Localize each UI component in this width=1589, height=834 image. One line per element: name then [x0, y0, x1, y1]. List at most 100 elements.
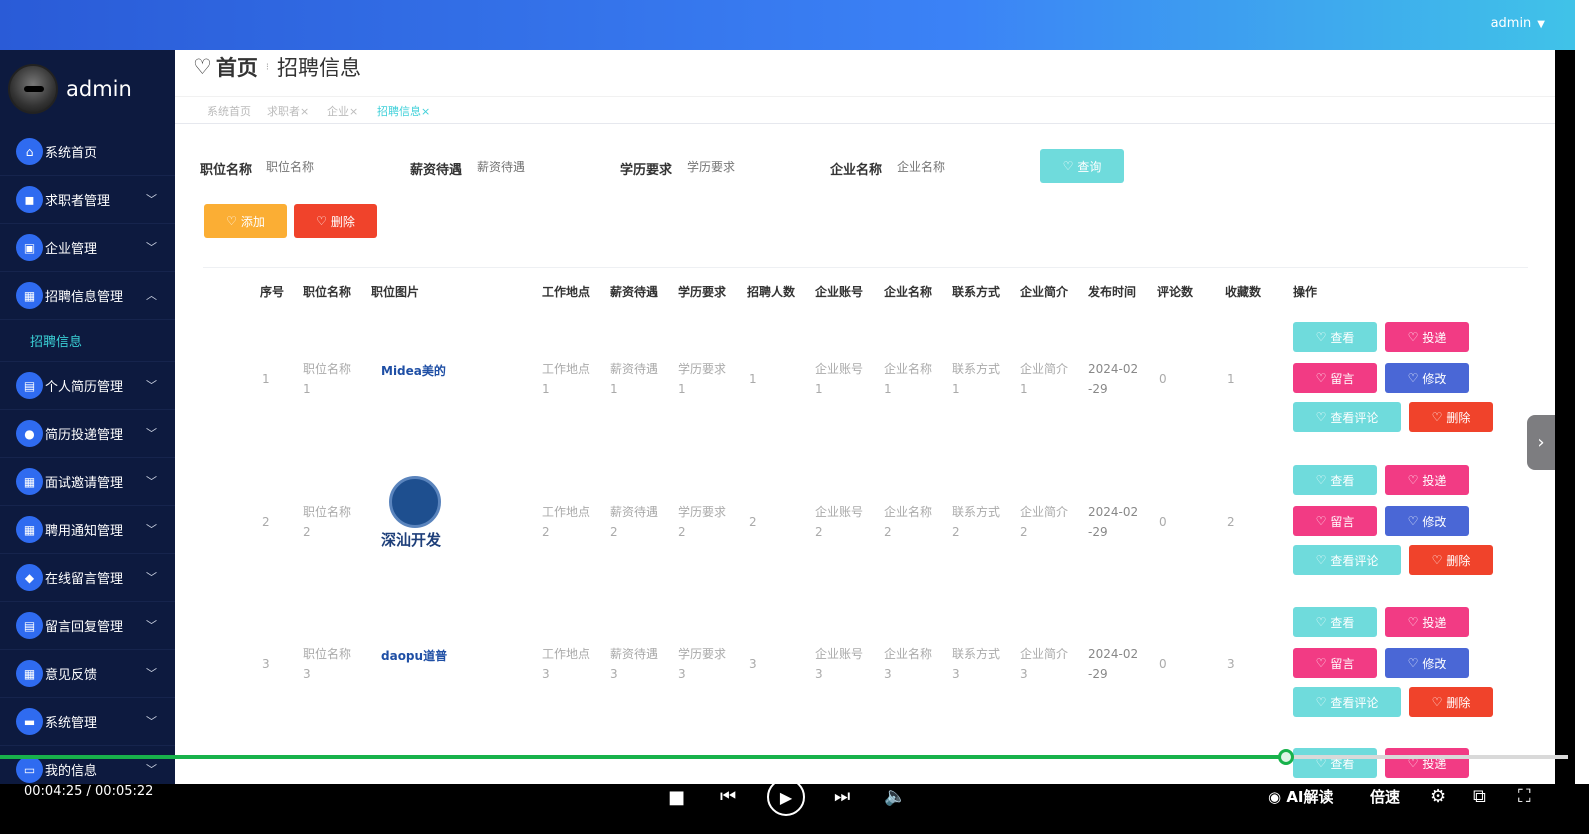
- chevron-right-icon[interactable]: ›: [1527, 415, 1555, 470]
- table-cell: 企业名称 2: [884, 505, 933, 539]
- heart-icon: ♡: [193, 55, 212, 79]
- sidebar-item-label: 意见反馈: [45, 668, 98, 683]
- heart-icon: ♡: [1062, 159, 1074, 173]
- table-cell: 企业名称 3: [884, 647, 933, 681]
- message-button[interactable]: ♡ 留言: [1293, 363, 1377, 393]
- view-comments-button[interactable]: ♡ 查看评论: [1293, 545, 1401, 575]
- view-comments-button[interactable]: ♡ 查看评论: [1293, 402, 1401, 432]
- breadcrumb-current: 招聘信息: [277, 56, 362, 80]
- deliver-button[interactable]: ♡ 投递: [1385, 748, 1469, 778]
- table-header: 职位图片: [371, 285, 420, 299]
- tab-bar: 系统首页 求职者× 企业× 招聘信息×: [175, 96, 1555, 124]
- view-button[interactable]: ♡ 查看: [1293, 607, 1377, 637]
- table-cell: 3: [1227, 657, 1235, 671]
- sidebar-item[interactable]: ▬ 系统管理 ﹀: [0, 698, 175, 746]
- add-button[interactable]: ♡ 添加: [204, 204, 287, 238]
- next-icon[interactable]: ⏭: [834, 786, 850, 807]
- chevron-down-icon: ﹀: [146, 241, 157, 254]
- table-cell: 薪资待遇 1: [610, 362, 659, 396]
- video-progress-handle[interactable]: [1277, 749, 1294, 765]
- delete-button[interactable]: ♡ 删除: [1409, 545, 1493, 575]
- video-progress-fill: [0, 755, 1286, 759]
- table-cell: 联系方式 3: [952, 647, 1001, 681]
- settings-icon[interactable]: ⚙: [1430, 786, 1446, 807]
- table-cell: 2: [1227, 515, 1235, 529]
- edit-button[interactable]: ♡ 修改: [1385, 648, 1469, 678]
- stop-icon[interactable]: ■: [668, 787, 685, 808]
- table-cell: 3: [749, 657, 757, 671]
- sidebar-item[interactable]: ▤ 留言回复管理 ﹀: [0, 602, 175, 650]
- deliver-button[interactable]: ♡ 投递: [1385, 322, 1469, 352]
- delete-button[interactable]: ♡ 删除: [1409, 402, 1493, 432]
- delete-button[interactable]: ♡ 删除: [1409, 687, 1493, 717]
- user-menu[interactable]: admin ▼: [1491, 16, 1545, 31]
- table-header: 联系方式: [952, 285, 1001, 299]
- fullscreen-icon[interactable]: ⛶: [1518, 786, 1531, 807]
- ai-interpret-button[interactable]: ◉ AI解读: [1268, 786, 1334, 807]
- query-button[interactable]: ♡ 查询: [1040, 149, 1124, 183]
- edit-button[interactable]: ♡ 修改: [1385, 506, 1469, 536]
- tab-company[interactable]: 企业×: [327, 103, 358, 119]
- heart-icon: ♡: [1315, 410, 1327, 424]
- sidebar-item[interactable]: ▦ 招聘信息管理 ︿: [0, 272, 175, 320]
- deliver-button-label: 投递: [1422, 615, 1447, 630]
- search-label-education: 学历要求: [620, 163, 673, 178]
- message-button[interactable]: ♡ 留言: [1293, 506, 1377, 536]
- table-cell: 企业账号 1: [815, 362, 864, 396]
- previous-icon[interactable]: ⏮: [720, 786, 736, 807]
- message-button-label: 留言: [1330, 371, 1355, 386]
- tab-home[interactable]: 系统首页: [207, 103, 251, 119]
- message-button[interactable]: ♡ 留言: [1293, 648, 1377, 678]
- sidebar-item-label: 企业管理: [45, 242, 98, 257]
- table-header: 序号: [260, 285, 285, 299]
- table-cell: 企业简介 1: [1020, 362, 1069, 396]
- table-cell: 工作地点 2: [542, 505, 591, 539]
- heart-icon: ♡: [1315, 514, 1327, 528]
- sidebar-item[interactable]: ⌂ 系统首页: [0, 128, 175, 176]
- table-cell: 企业简介 2: [1020, 505, 1069, 539]
- sidebar-item-label: 个人简历管理: [45, 380, 124, 395]
- sidebar-item[interactable]: ◆ 在线留言管理 ﹀: [0, 554, 175, 602]
- volume-icon[interactable]: 🔈: [884, 786, 906, 807]
- sidebar-item[interactable]: ▦ 意见反馈 ﹀: [0, 650, 175, 698]
- sidebar-subitem-recruitment[interactable]: 招聘信息: [0, 320, 175, 362]
- heart-icon: ♡: [1315, 330, 1327, 344]
- sidebar-item[interactable]: ▦ 面试邀请管理 ﹀: [0, 458, 175, 506]
- edit-button[interactable]: ♡ 修改: [1385, 363, 1469, 393]
- table-header: 操作: [1293, 285, 1318, 299]
- heart-icon: ♡: [1407, 473, 1419, 487]
- sidebar-item[interactable]: ▦ 聘用通知管理 ﹀: [0, 506, 175, 554]
- sidebar-item[interactable]: ◼ 求职者管理 ﹀: [0, 176, 175, 224]
- speed-button[interactable]: 倍速: [1370, 786, 1400, 807]
- sidebar-item[interactable]: ▭ 我的信息 ﹀: [0, 746, 175, 784]
- video-progress-bar[interactable]: [0, 749, 1568, 765]
- batch-delete-button[interactable]: ♡ 删除: [294, 204, 377, 238]
- deliver-button[interactable]: ♡ 投递: [1385, 465, 1469, 495]
- search-input-education[interactable]: [687, 152, 807, 182]
- breadcrumb-home[interactable]: 首页: [216, 52, 258, 82]
- sidebar-item[interactable]: ▤ 个人简历管理 ﹀: [0, 362, 175, 410]
- picture-in-picture-icon[interactable]: ⧉: [1473, 786, 1486, 807]
- view-comments-button[interactable]: ♡ 查看评论: [1293, 687, 1401, 717]
- table-cell: 薪资待遇 3: [610, 647, 659, 681]
- chevron-down-icon: ﹀: [146, 619, 157, 632]
- heart-icon: ♡: [1431, 695, 1443, 709]
- search-input-company[interactable]: [897, 152, 1017, 182]
- search-input-salary[interactable]: [477, 152, 597, 182]
- deliver-button[interactable]: ♡ 投递: [1385, 607, 1469, 637]
- view-button[interactable]: ♡ 查看: [1293, 465, 1377, 495]
- sidebar-item-label: 我的信息: [45, 764, 98, 779]
- view-button[interactable]: ♡ 查看: [1293, 748, 1377, 778]
- tab-recruitment[interactable]: 招聘信息×: [377, 103, 430, 119]
- sidebar-item[interactable]: ▣ 企业管理 ﹀: [0, 224, 175, 272]
- search-input-job[interactable]: [266, 152, 386, 182]
- heart-icon: ♡: [1315, 473, 1327, 487]
- company-logo: Midea美的: [381, 361, 446, 381]
- tab-jobseeker[interactable]: 求职者×: [267, 103, 309, 119]
- scrollbar-track[interactable]: [1575, 0, 1589, 834]
- logo-text: 深汕开发: [381, 531, 442, 549]
- sidebar: admin ⌂ 系统首页 ◼ 求职者管理 ﹀ ▣ 企业管理 ﹀ ▦ 招聘信息管理 ︿ 招聘信息 ▤ 个人简…: [0, 50, 175, 784]
- play-button[interactable]: ▶: [767, 778, 805, 816]
- view-button[interactable]: ♡ 查看: [1293, 322, 1377, 352]
- sidebar-item[interactable]: ● 简历投递管理 ﹀: [0, 410, 175, 458]
